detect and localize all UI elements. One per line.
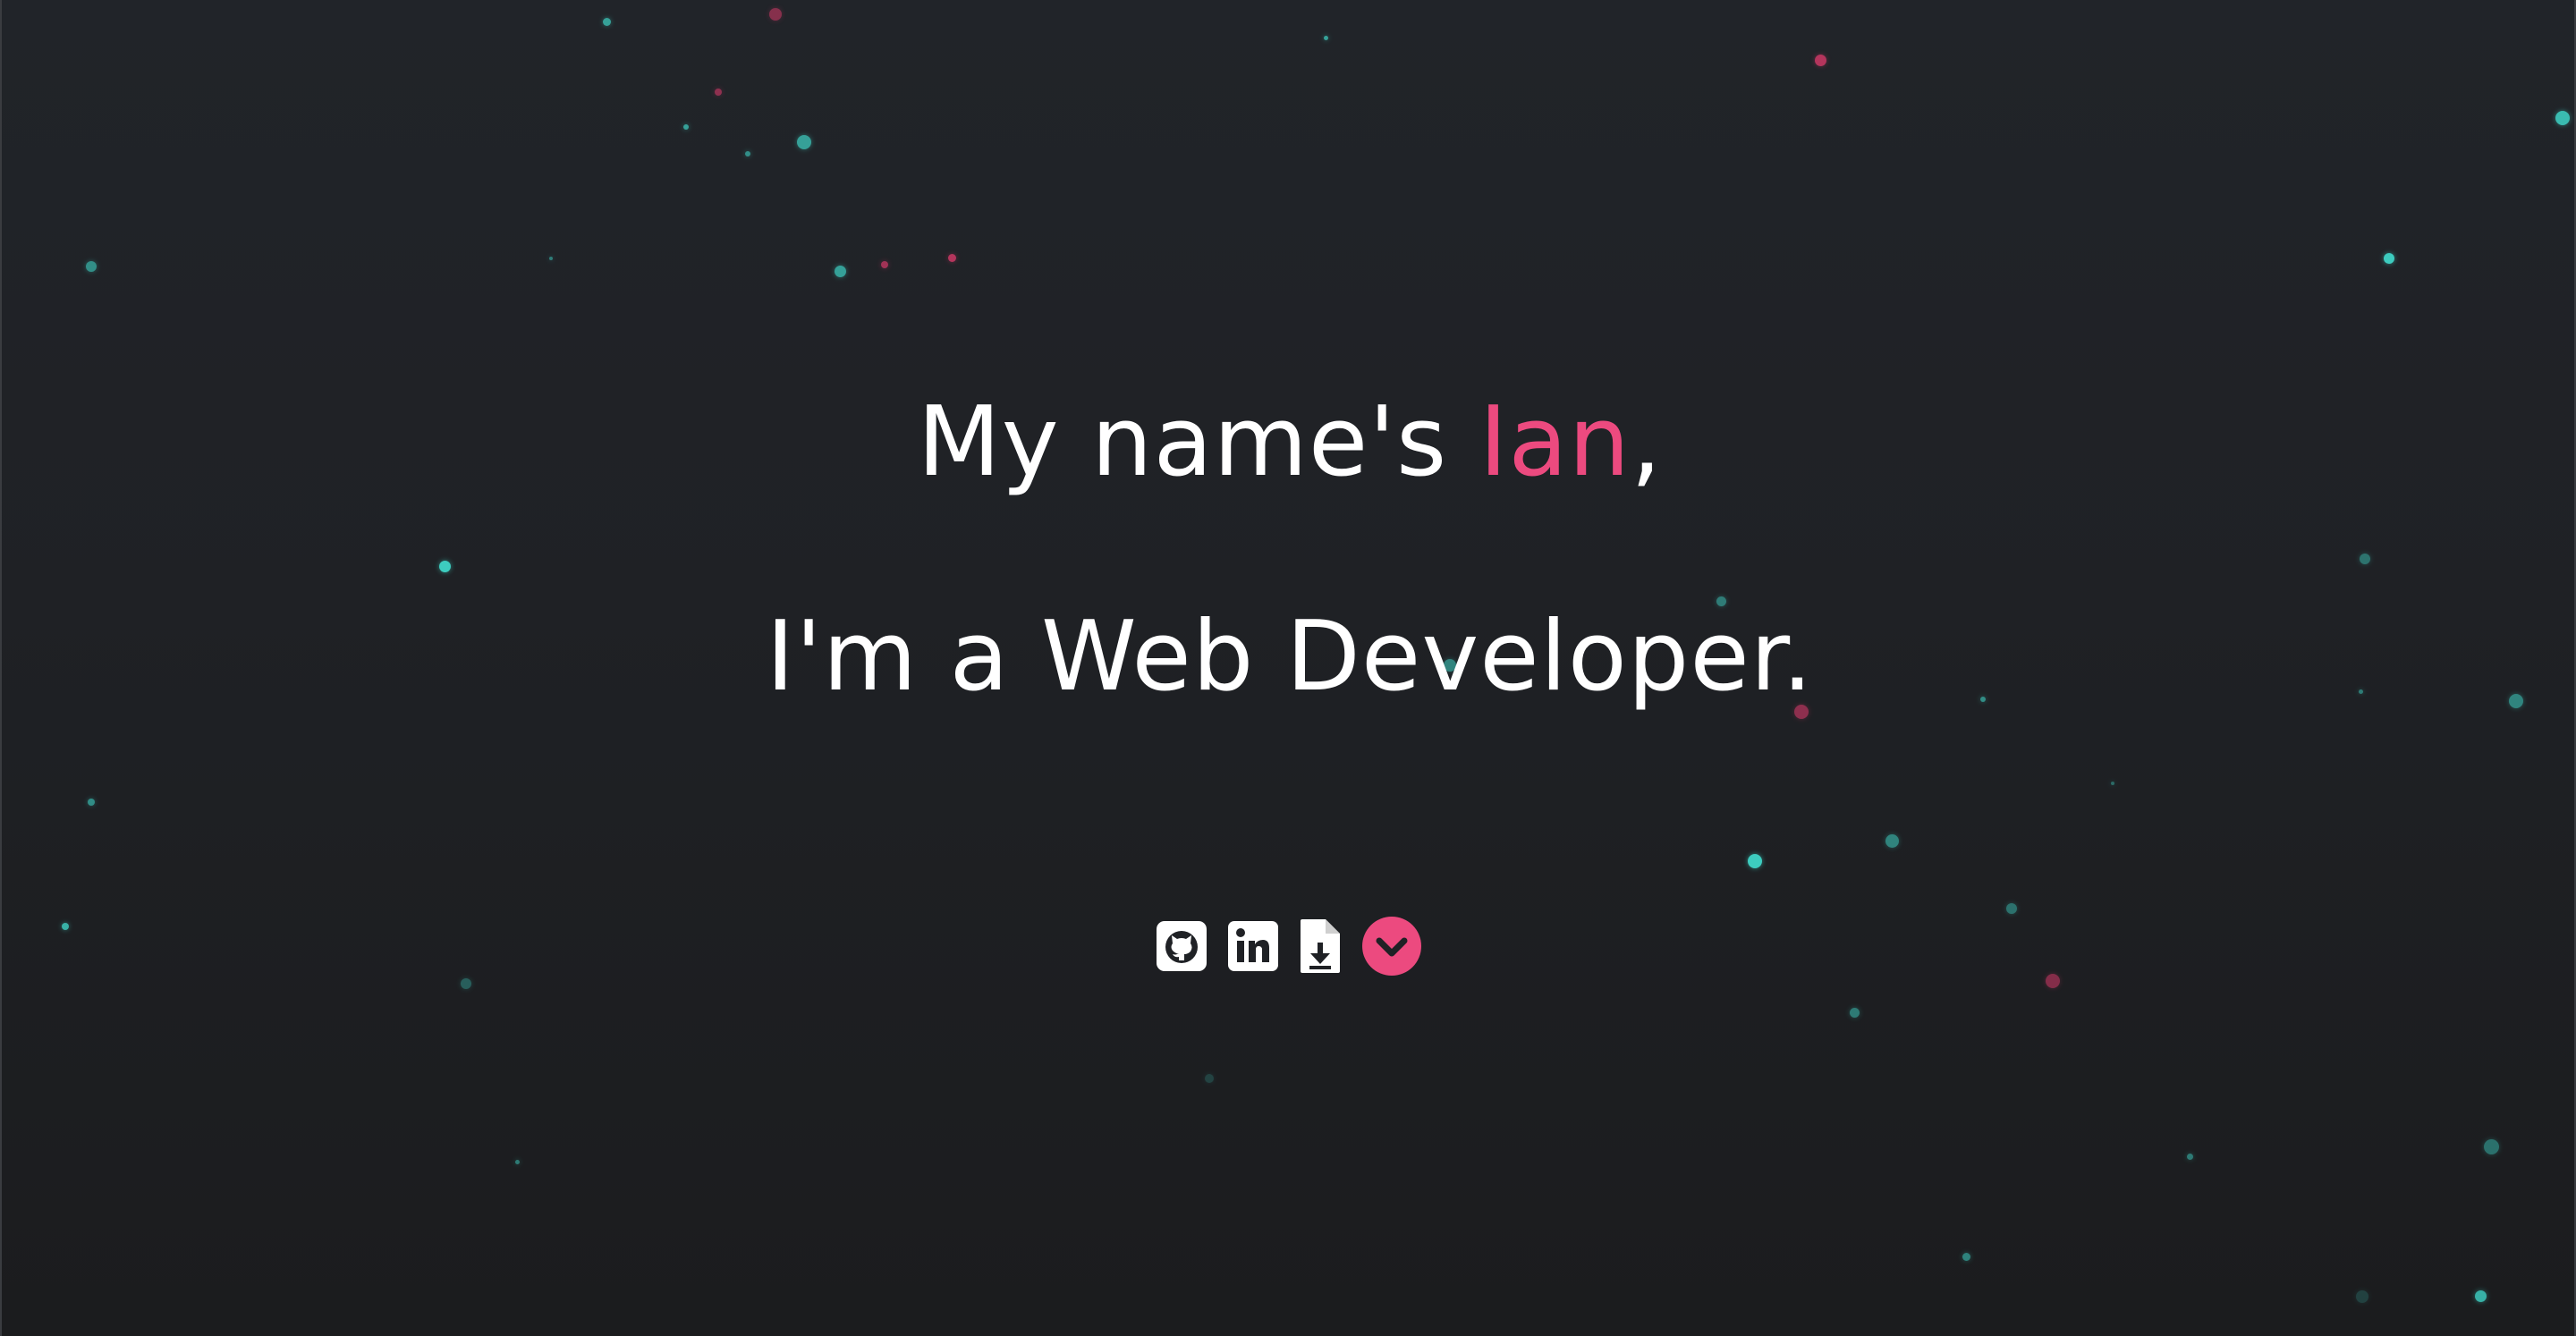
scroll-down-icon[interactable]: [1361, 916, 1422, 977]
github-icon[interactable]: [1156, 920, 1208, 972]
resume-download-icon[interactable]: [1299, 917, 1342, 975]
name-highlight: Ian: [1479, 386, 1631, 498]
intro-suffix: ,: [1631, 386, 1663, 498]
hero-section: My name's Ian, I'm a Web Developer.: [0, 0, 2576, 1336]
role-heading: I'm a Web Developer.: [766, 601, 1814, 713]
linkedin-icon[interactable]: [1227, 920, 1279, 972]
intro-prefix: My name's: [917, 386, 1479, 498]
intro-heading: My name's Ian,: [2, 386, 2574, 498]
social-links: [1156, 916, 1422, 977]
